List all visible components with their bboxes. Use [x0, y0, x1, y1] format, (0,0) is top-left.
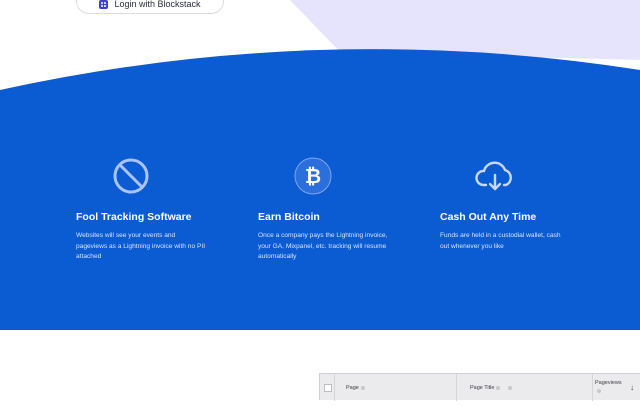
info-icon — [597, 389, 601, 393]
feature-title: Fool Tracking Software — [76, 211, 192, 223]
feature-title: Cash Out Any Time — [440, 211, 537, 223]
cloud-download-icon — [440, 155, 550, 197]
column-pageviews[interactable]: Pageviews — [595, 374, 622, 407]
no-tracking-icon — [76, 155, 186, 197]
info-icon — [360, 385, 365, 390]
blockstack-icon — [99, 0, 109, 9]
bitcoin-icon: ₿ — [258, 155, 368, 197]
column-label: Pageviews — [595, 380, 622, 386]
feature-fool-tracking: Fool Tracking Software Websites will see… — [76, 155, 236, 263]
feature-cash-out: Cash Out Any Time Funds are held in a cu… — [440, 155, 600, 252]
login-button[interactable]: Login with Blockstack — [76, 0, 224, 14]
feature-desc: Once a company pays the Lightning invoic… — [258, 232, 388, 260]
column-label: Page Title — [470, 384, 495, 391]
feature-earn-bitcoin: ₿ Earn Bitcoin Once a company pays the L… — [258, 155, 418, 263]
column-divider — [456, 374, 457, 401]
column-divider — [334, 374, 335, 401]
svg-text:₿: ₿ — [305, 164, 321, 188]
column-divider — [592, 374, 593, 401]
feature-title: Earn Bitcoin — [258, 211, 320, 223]
column-page-title[interactable]: Page Title — [470, 374, 513, 401]
column-label: Page — [346, 384, 359, 391]
analytics-table-header: Page Page Title Pageviews ↓ — [319, 373, 640, 401]
feature-desc: Websites will see your events and pagevi… — [76, 232, 206, 260]
login-label: Login with Blockstack — [114, 0, 201, 9]
sort-descending-icon[interactable]: ↓ — [630, 374, 634, 401]
select-all-checkbox[interactable] — [324, 384, 332, 392]
info-icon — [496, 385, 501, 390]
info-icon — [508, 385, 513, 390]
feature-desc: Funds are held in a custodial wallet, ca… — [440, 232, 561, 250]
column-page[interactable]: Page — [346, 374, 365, 401]
